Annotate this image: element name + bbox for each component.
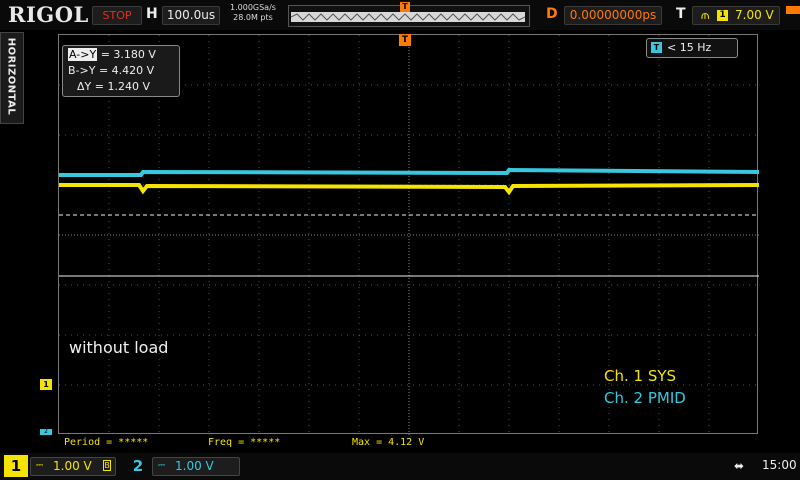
cursor-b-label: B->Y <box>68 64 96 77</box>
usb-icon: ⬌ <box>734 459 745 473</box>
ch1-trace <box>59 183 759 196</box>
memory-depth: 28.0M pts <box>233 13 273 22</box>
counter-trigger-icon: T <box>651 42 662 53</box>
side-menu-label: HORIZONTAL <box>5 37 17 116</box>
cursor-a-row: A->Y = 3.180 V <box>68 48 156 62</box>
channel-1-scale: 1.00 V <box>53 459 92 473</box>
measurement-frequency: Freq = ***** <box>208 437 281 448</box>
trigger-source-badge: 1 <box>717 10 728 21</box>
cursor-delta-value: = 1.240 V <box>94 80 150 93</box>
trigger-level: 7.00 V <box>735 8 774 22</box>
memory-trigger-marker: T <box>400 2 410 12</box>
ch2-legend-label: Ch. 2 PMID <box>604 389 686 407</box>
bandwidth-limit-icon: B <box>103 460 111 471</box>
measurement-period: Period = ***** <box>64 437 149 448</box>
channel-2-tab[interactable]: 2 ⎓ 1.00 V <box>126 455 246 477</box>
channel-1-tab[interactable]: 1 ⎓ 1.00 V B <box>4 455 124 477</box>
ch2-trace <box>59 167 759 177</box>
trigger-settings[interactable]: ⫙ 1 7.00 V <box>692 6 780 25</box>
rising-edge-icon: ⫙ <box>701 8 710 22</box>
measurement-max: Max = 4.12 V <box>352 437 425 448</box>
trigger-delay[interactable]: 0.00000000ps <box>564 6 662 25</box>
cursor-readout: A->Y = 3.180 V B->Y = 4.420 V ΔY = 1.240… <box>62 45 180 97</box>
ch2-offset-marker[interactable]: 2 <box>40 429 52 435</box>
channel-1-number: 1 <box>4 455 28 477</box>
measurement-bar: Period = ***** Freq = ***** Max = 4.12 V <box>58 436 758 450</box>
top-status-bar: RIGOL STOP H 100.0us 1.000GSa/s 28.0M pt… <box>0 0 800 30</box>
ch1-offset-marker[interactable]: 1 <box>40 379 52 390</box>
annotation-label: without load <box>69 338 169 357</box>
cursor-a-value: = 3.180 V <box>100 48 156 61</box>
channel-status-bar: 1 ⎓ 1.00 V B 2 ⎓ 1.00 V ⬌ 15:00 <box>0 453 800 480</box>
acquisition-info: 1.000GSa/s 28.0M pts <box>230 3 276 23</box>
dc-coupling-icon: ⎓ <box>36 461 44 471</box>
delay-label: D <box>546 6 558 22</box>
memory-waveform-preview <box>291 12 525 22</box>
channel-1-settings: ⎓ 1.00 V B <box>30 457 116 476</box>
run-stop-status[interactable]: STOP <box>92 6 142 25</box>
clock-time: 15:00 <box>762 458 797 472</box>
cursor-delta-label: ΔY <box>77 80 92 93</box>
cursor-b-value: = 4.420 V <box>98 64 155 77</box>
channel-2-number: 2 <box>132 457 144 475</box>
cursor-a-label: A->Y <box>68 48 98 61</box>
ch1-legend-label: Ch. 1 SYS <box>604 367 677 385</box>
cursor-delta-row: ΔY = 1.240 V <box>77 80 150 94</box>
sample-rate: 1.000GSa/s <box>230 3 276 12</box>
trigger-label: T <box>676 6 686 22</box>
trigger-position-marker[interactable]: T <box>399 34 411 46</box>
channel-2-settings: ⎓ 1.00 V <box>152 457 240 476</box>
horizontal-label: H <box>146 6 158 22</box>
channel-2-scale: 1.00 V <box>175 459 214 473</box>
cursor-b-row: B->Y = 4.420 V <box>68 64 154 78</box>
trigger-level-arrow-icon <box>786 6 800 14</box>
dc-coupling-icon: ⎓ <box>158 461 166 471</box>
frequency-counter: T < 15 Hz <box>646 38 738 58</box>
rigol-logo: RIGOL <box>8 2 89 27</box>
frequency-value: < 15 Hz <box>667 41 712 54</box>
timebase-scale[interactable]: 100.0us <box>162 6 220 25</box>
side-menu-tab[interactable]: HORIZONTAL <box>0 32 24 124</box>
